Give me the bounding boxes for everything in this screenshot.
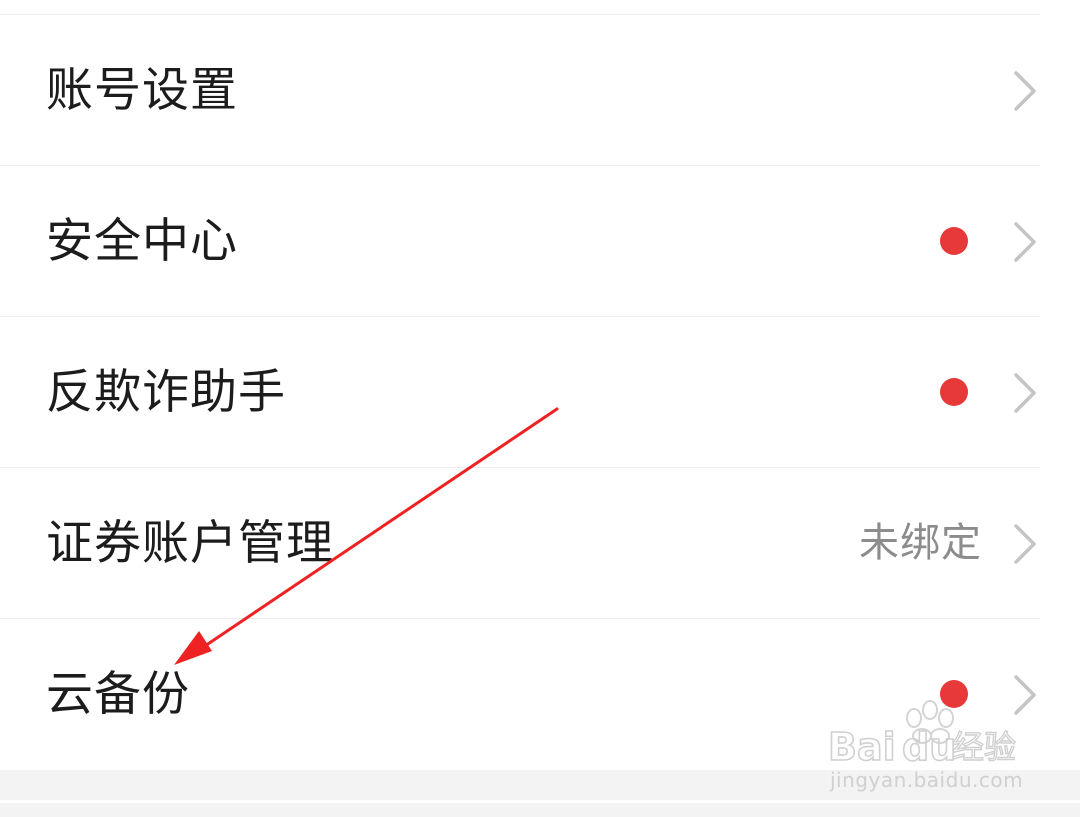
chevron-right-icon (1014, 222, 1036, 262)
red-dot-badge (940, 378, 968, 406)
settings-menu-list: 账号设置 安全中心 反欺诈助手 证券账户管理 未绑定 云备份 (0, 15, 1080, 770)
menu-item-label: 账号设置 (46, 63, 238, 118)
menu-item-label: 云备份 (46, 667, 190, 722)
menu-item-securities-account[interactable]: 证券账户管理 未绑定 (0, 468, 1080, 619)
settings-screen: 账号设置 安全中心 反欺诈助手 证券账户管理 未绑定 云备份 Bai du 经验… (0, 0, 1080, 817)
chevron-right-icon (1014, 675, 1036, 715)
menu-item-label: 反欺诈助手 (46, 365, 286, 420)
menu-item-label: 安全中心 (46, 214, 238, 269)
watermark-url: jingyan.baidu.com (830, 768, 1024, 792)
chevron-right-icon (1014, 71, 1036, 111)
menu-item-label: 证券账户管理 (46, 516, 334, 571)
chevron-right-icon (1014, 373, 1036, 413)
menu-item-cloud-backup[interactable]: 云备份 (0, 619, 1080, 770)
menu-item-security-center[interactable]: 安全中心 (0, 166, 1080, 317)
red-dot-badge (940, 227, 968, 255)
binding-status-text: 未绑定 (859, 520, 982, 566)
section-gap-line (0, 800, 1080, 803)
menu-item-anti-fraud-assistant[interactable]: 反欺诈助手 (0, 317, 1080, 468)
menu-item-account-settings[interactable]: 账号设置 (0, 15, 1080, 166)
red-dot-badge (940, 680, 968, 708)
chevron-right-icon (1014, 524, 1036, 564)
